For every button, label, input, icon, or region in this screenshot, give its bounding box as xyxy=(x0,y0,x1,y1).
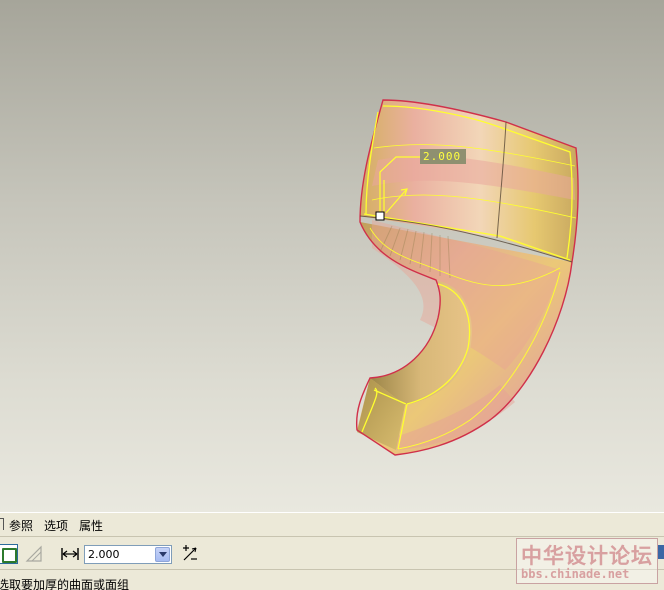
tab-properties[interactable]: 属性 xyxy=(79,517,103,534)
window-edge-marker xyxy=(658,545,664,559)
tab-references[interactable]: 参照 xyxy=(9,517,33,534)
model-viewport[interactable]: 2.000 xyxy=(0,0,664,512)
watermark-logo: 中华设计论坛 bbs.chinade.net xyxy=(516,538,658,584)
watermark-url: bbs.chinade.net xyxy=(521,567,630,581)
remove-material-icon[interactable] xyxy=(24,544,44,564)
flip-direction-icon[interactable] xyxy=(180,544,200,564)
thicken-solid-icon[interactable] xyxy=(0,544,18,564)
tab-options[interactable]: 选项 xyxy=(44,517,68,534)
watermark-title: 中华设计论坛 xyxy=(521,543,653,568)
chevron-down-icon[interactable] xyxy=(155,547,170,562)
status-message: 选取要加厚的曲面或面组 xyxy=(0,578,130,590)
model-graphics[interactable] xyxy=(0,0,664,512)
tab-edge-marker xyxy=(0,518,4,530)
dimension-handle xyxy=(375,211,385,221)
thickness-dimension-icon xyxy=(61,548,79,560)
dashboard-tab-bar: 参照 选项 属性 xyxy=(0,512,664,536)
dimension-value-label[interactable]: 2.000 xyxy=(420,149,466,164)
thickness-input[interactable]: 2.000 xyxy=(84,545,172,564)
thickness-value: 2.000 xyxy=(88,548,120,561)
